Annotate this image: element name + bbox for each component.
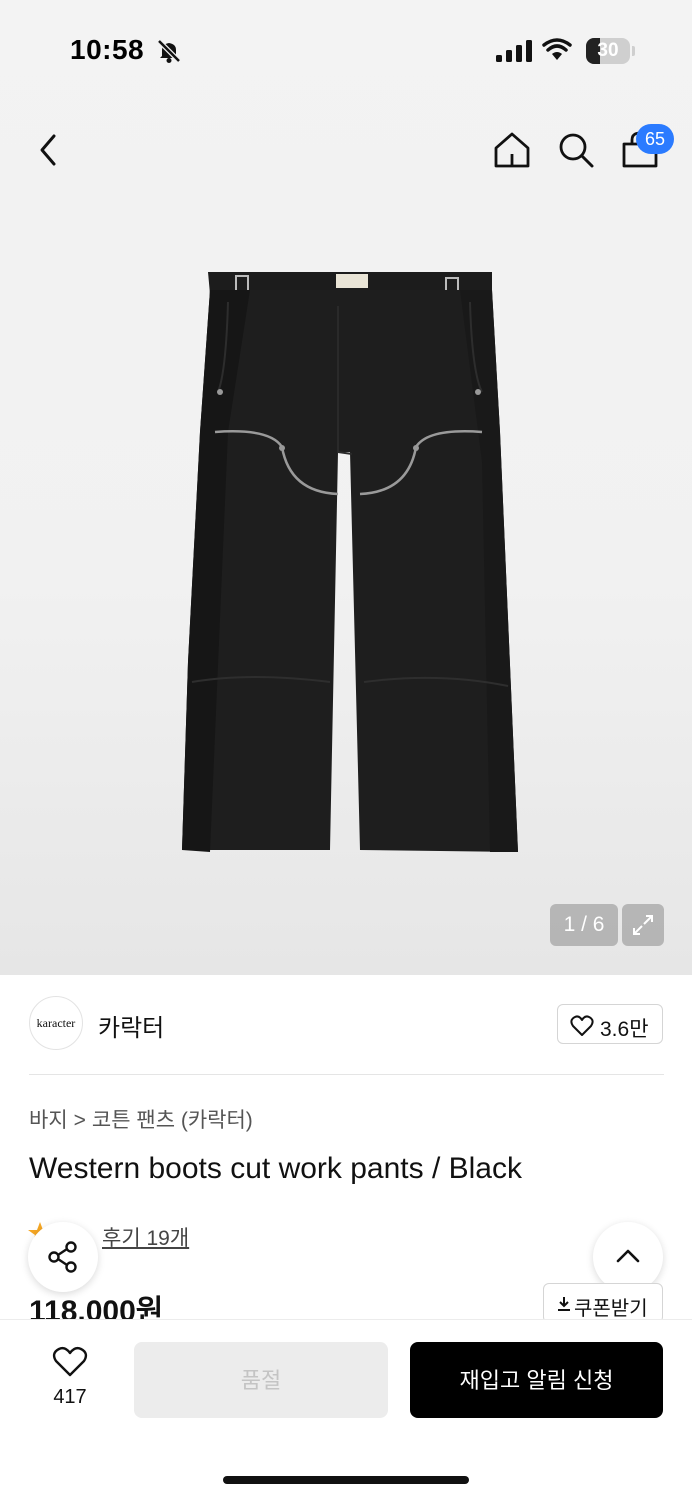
cart-count-badge: 65 [636,124,674,154]
soldout-button: 품절 [134,1342,388,1418]
breadcrumb-subcategory[interactable]: 코튼 팬츠 (카락터) [92,1109,253,1132]
expand-image-button[interactable] [622,904,664,946]
image-page-counter: 1 / 6 [550,904,618,946]
scroll-to-top-button[interactable] [593,1222,663,1292]
back-arrow-icon[interactable] [30,128,70,172]
restock-alert-button[interactable]: 재입고 알림 신청 [410,1342,663,1418]
search-icon[interactable] [554,128,598,172]
brand-name[interactable]: 카락터 [98,1008,164,1043]
heart-icon [570,1015,594,1036]
wishlist-button[interactable]: 417 [40,1342,100,1412]
bell-off-icon [156,38,182,69]
product-photo [182,272,518,852]
share-button[interactable] [28,1222,98,1292]
brand-like-count: 3.6만 [600,1018,649,1041]
share-icon [48,1241,77,1273]
chevron-up-icon [616,1249,640,1263]
download-icon [558,1297,570,1311]
divider [29,1074,664,1075]
wifi-icon [542,38,572,67]
product-title: Western boots cut work pants / Black [29,1152,522,1185]
breadcrumb-separator: > [73,1109,86,1132]
wishlist-count: 417 [53,1386,87,1408]
breadcrumb: 바지 > 코튼 팬츠 (카락터) [29,1104,253,1134]
battery-icon: 30 [586,38,630,64]
signal-icon [496,40,532,67]
reviews-link[interactable]: 후기 19개 [102,1222,189,1252]
coupon-label: 쿠폰받기 [574,1298,648,1320]
expand-icon [633,915,653,935]
home-indicator [223,1476,469,1484]
battery-percent: 30 [597,40,619,61]
product-image-gallery[interactable]: 10:58 30 65 1 / 6 [0,0,692,975]
brand-like-button[interactable]: 3.6만 [557,1004,663,1044]
coupon-download-button[interactable]: 쿠폰받기 [543,1283,663,1323]
heart-icon [52,1346,88,1377]
status-time: 10:58 [70,34,145,65]
breadcrumb-category[interactable]: 바지 [29,1109,68,1132]
status-bar: 10:58 30 [0,0,692,100]
brand-logo[interactable]: karacter [29,996,83,1050]
home-icon[interactable] [490,128,534,172]
